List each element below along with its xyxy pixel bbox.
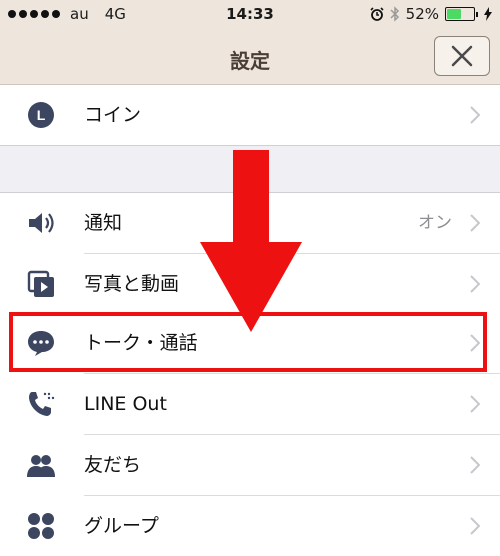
chevron-right-icon [470,456,480,474]
chevron-right-icon [470,106,480,124]
alarm-icon [370,7,384,21]
close-button[interactable] [434,36,490,76]
status-bar: au 4G 14:33 52% [0,0,500,30]
chevron-right-icon [470,275,480,293]
status-right: 52% [370,5,492,23]
phone-icon [26,389,56,419]
chevron-right-icon [470,214,480,232]
settings-item-coin[interactable]: L コイン [0,85,500,145]
settings-item-label: 写真と動画 [84,273,180,295]
down-arrow-annotation [200,150,302,332]
speaker-icon [26,208,56,238]
close-icon [451,45,473,67]
page-title: 設定 [230,49,270,73]
settings-item-groups[interactable]: グループ [0,496,500,545]
chevron-right-icon [470,517,480,535]
settings-item-label: 通知 [84,212,123,234]
settings-item-label: LINE Out [84,393,167,415]
media-icon [26,269,56,299]
settings-item-line-out[interactable]: LINE Out [0,374,500,434]
friends-icon [26,450,56,480]
svg-text:L: L [37,107,46,123]
navigation-bar: 設定 [0,30,500,85]
battery-icon [445,7,475,21]
settings-item-label: コイン [84,104,142,126]
chevron-right-icon [470,395,480,413]
settings-item-value: オン [418,213,452,233]
charging-bolt-icon [484,7,492,21]
battery-percent: 52% [405,5,439,23]
settings-item-label: 友だち [84,454,142,476]
settings-item-friends[interactable]: 友だち [0,435,500,495]
battery-level [447,9,461,19]
groups-icon [26,511,56,541]
bluetooth-icon [390,6,399,22]
battery-tip [476,11,478,17]
settings-item-label: グループ [84,515,159,537]
coin-icon: L [26,100,56,130]
